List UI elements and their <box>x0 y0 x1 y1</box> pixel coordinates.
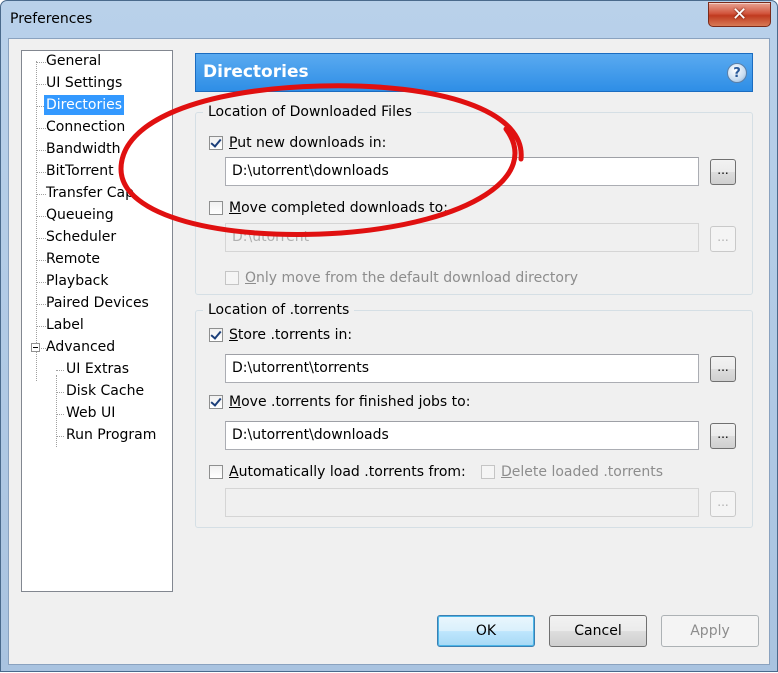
sidebar-item-ui-settings[interactable]: UI Settings <box>44 73 124 93</box>
checkbox-box[interactable] <box>209 136 223 150</box>
close-button[interactable]: ✕ <box>708 2 771 27</box>
sidebar-item-disk-cache[interactable]: Disk Cache <box>64 381 146 401</box>
cancel-button[interactable]: Cancel <box>549 615 647 647</box>
checkbox-label: Automatically load .torrents from: <box>229 464 466 480</box>
collapse-icon[interactable] <box>31 343 40 352</box>
checkbox-label: Only move from the default download dire… <box>245 270 579 286</box>
sidebar-item-bandwidth[interactable]: Bandwidth <box>44 139 123 159</box>
close-icon: ✕ <box>731 3 748 25</box>
sidebar-item-web-ui[interactable]: Web UI <box>64 403 117 423</box>
only-move-default-checkbox[interactable]: Only move from the default download dire… <box>225 269 578 287</box>
group-label-downloaded: Location of Downloaded Files <box>203 104 417 120</box>
help-glyph: ? <box>733 65 741 81</box>
sidebar-item-general[interactable]: General <box>44 51 103 71</box>
put-new-downloads-path-input[interactable]: D:\utorrent\downloads <box>225 157 699 186</box>
sidebar-item-transfer-cap[interactable]: Transfer Cap <box>44 183 136 203</box>
move-torrents-finished-path-input[interactable]: D:\utorrent\downloads <box>225 421 699 450</box>
apply-button[interactable]: Apply <box>661 615 759 647</box>
help-icon[interactable]: ? <box>727 63 747 83</box>
downloaded-files-group: Location of Downloaded Files Put new dow… <box>195 104 753 295</box>
checkbox-label: Move completed downloads to: <box>229 200 448 216</box>
checkbox-label: Store .torrents in: <box>229 327 353 343</box>
dialog-client-area: General UI Settings Directories Connection B… <box>8 38 770 665</box>
sidebar-item-remote[interactable]: Remote <box>44 249 102 269</box>
auto-load-torrents-checkbox[interactable]: Automatically load .torrents from: <box>209 463 466 481</box>
put-new-downloads-checkbox[interactable]: Put new downloads in: <box>209 134 386 152</box>
tree-connector <box>36 61 37 381</box>
checkbox-box[interactable] <box>225 271 239 285</box>
checkbox-label: Move .torrents for finished jobs to: <box>229 394 471 410</box>
sidebar-item-label[interactable]: Label <box>44 315 86 335</box>
store-torrents-checkbox[interactable]: Store .torrents in: <box>209 326 352 344</box>
sidebar-item-paired-devices[interactable]: Paired Devices <box>44 293 151 313</box>
tree-connector <box>56 370 64 371</box>
checkbox-box[interactable] <box>209 465 223 479</box>
section-title: Directories <box>203 62 309 82</box>
move-torrents-finished-browse-button[interactable]: ... <box>710 423 736 449</box>
checkbox-box[interactable] <box>481 465 495 479</box>
sidebar-item-connection[interactable]: Connection <box>44 117 127 137</box>
checkbox-box[interactable] <box>209 201 223 215</box>
put-new-downloads-browse-button[interactable]: ... <box>710 159 736 185</box>
sidebar-item-playback[interactable]: Playback <box>44 271 110 291</box>
section-header: Directories ? <box>195 53 753 92</box>
ok-button[interactable]: OK <box>437 615 535 647</box>
checkbox-label: Delete loaded .torrents <box>501 464 664 480</box>
auto-load-path-input[interactable] <box>225 488 699 517</box>
sidebar-item-directories[interactable]: Directories <box>44 95 125 115</box>
checkbox-box[interactable] <box>209 395 223 409</box>
sidebar-item-ui-extras[interactable]: UI Extras <box>64 359 131 379</box>
store-torrents-path-input[interactable]: D:\utorrent\torrents <box>225 354 699 383</box>
title-bar[interactable]: Preferences ✕ <box>1 1 777 39</box>
tree-connector <box>56 392 64 393</box>
store-torrents-browse-button[interactable]: ... <box>710 356 736 382</box>
group-label-torrents: Location of .torrents <box>203 302 355 318</box>
window-title: Preferences <box>10 11 93 27</box>
move-completed-checkbox[interactable]: Move completed downloads to: <box>209 199 448 217</box>
move-completed-browse-button[interactable]: ... <box>710 226 736 252</box>
sidebar-item-queueing[interactable]: Queueing <box>44 205 116 225</box>
sidebar-item-run-program[interactable]: Run Program <box>64 425 158 445</box>
sidebar-item-advanced[interactable]: Advanced <box>44 337 117 357</box>
torrents-location-group: Location of .torrents Store .torrents in… <box>195 302 753 528</box>
sidebar-item-bittorrent[interactable]: BitTorrent <box>44 161 116 181</box>
checkbox-label: Put new downloads in: <box>229 135 387 151</box>
preferences-window: Preferences ✕ General UI Settings Director… <box>0 0 778 672</box>
move-completed-path-input[interactable]: D:\utorrent <box>225 223 699 252</box>
checkbox-box[interactable] <box>209 328 223 342</box>
tree-connector <box>56 436 64 437</box>
auto-load-browse-button[interactable]: ... <box>710 491 736 517</box>
category-tree[interactable]: General UI Settings Directories Connection B… <box>21 50 173 592</box>
delete-loaded-torrents-checkbox[interactable]: Delete loaded .torrents <box>481 463 663 481</box>
move-torrents-finished-checkbox[interactable]: Move .torrents for finished jobs to: <box>209 393 470 411</box>
tree-connector <box>56 414 64 415</box>
sidebar-item-scheduler[interactable]: Scheduler <box>44 227 118 247</box>
